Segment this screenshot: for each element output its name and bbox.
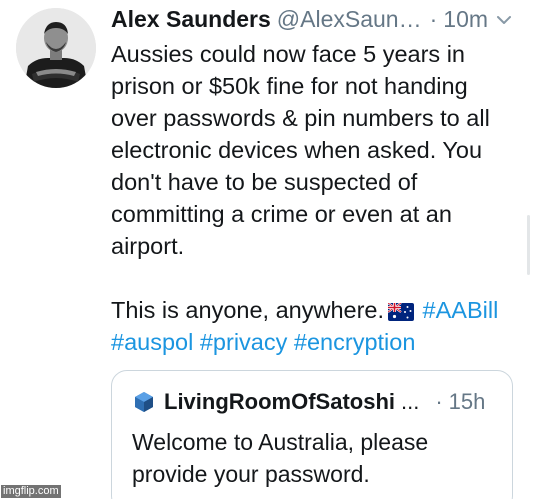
tweet-text-line: airport. (111, 233, 185, 259)
quoted-author-name[interactable]: LivingRoomOfSatoshi (164, 387, 395, 417)
header-separator: · (429, 6, 438, 32)
quoted-text-line: provide your password. (132, 461, 370, 487)
tweet-text-line: over passwords & pin numbers to all (111, 105, 490, 131)
tweet-text: Aussies could now face 5 years in prison… (111, 38, 521, 358)
tweet-text-line: electronic devices when asked. You (111, 137, 483, 163)
hashtag-link[interactable]: #privacy (200, 329, 288, 355)
quoted-text-line: Welcome to Australia, please (132, 429, 429, 455)
tweet-timestamp[interactable]: 10m (443, 4, 488, 34)
scrollbar[interactable] (527, 215, 530, 275)
quoted-tweet-card[interactable]: LivingRoomOfSatoshi ... · 15h Welcome to… (111, 370, 513, 499)
author-name[interactable]: Alex Saunders (111, 4, 271, 34)
closing-text: This is anyone, anywhere. (111, 297, 385, 323)
quoted-tweet-text: Welcome to Australia, please provide you… (132, 426, 428, 490)
hashtag-link[interactable]: #encryption (294, 329, 416, 355)
quoted-author-ellipsis: ... (401, 389, 420, 414)
profile-photo-icon (16, 8, 96, 88)
tweet-text-line: committing a crime or even at an (111, 201, 452, 227)
watermark: imgflip.com (1, 485, 61, 498)
blue-cube-icon[interactable] (132, 390, 156, 414)
quoted-tweet-header: LivingRoomOfSatoshi ... · 15h (132, 387, 485, 417)
tweet-text-line: Aussies could now face 5 years in (111, 41, 465, 67)
quoted-header-separator: · (435, 389, 443, 414)
tweet[interactable]: Alex Saunders @AlexSaun… · 10m Aussies c… (0, 0, 550, 499)
tweet-text-line: prison or $50k fine for not handing (111, 73, 468, 99)
tweet-text-line-hashtags: #auspol #privacy #encryption (111, 326, 521, 358)
quoted-tweet-timestamp[interactable]: 15h (449, 387, 486, 417)
author-handle[interactable]: @AlexSaun… (277, 4, 422, 34)
australia-flag-icon (388, 303, 415, 321)
hashtag-link[interactable]: #auspol (111, 329, 193, 355)
tweet-text-line-closing: This is anyone, anywhere. #AABill (111, 294, 521, 326)
tweet-header: Alex Saunders @AlexSaun… · 10m (111, 4, 488, 36)
author-avatar[interactable] (16, 8, 96, 88)
chevron-down-icon[interactable] (494, 10, 514, 30)
paragraph-break (111, 262, 521, 294)
tweet-text-line: don't have to be suspected of (111, 169, 418, 195)
hashtag-link[interactable]: #AABill (423, 297, 499, 323)
